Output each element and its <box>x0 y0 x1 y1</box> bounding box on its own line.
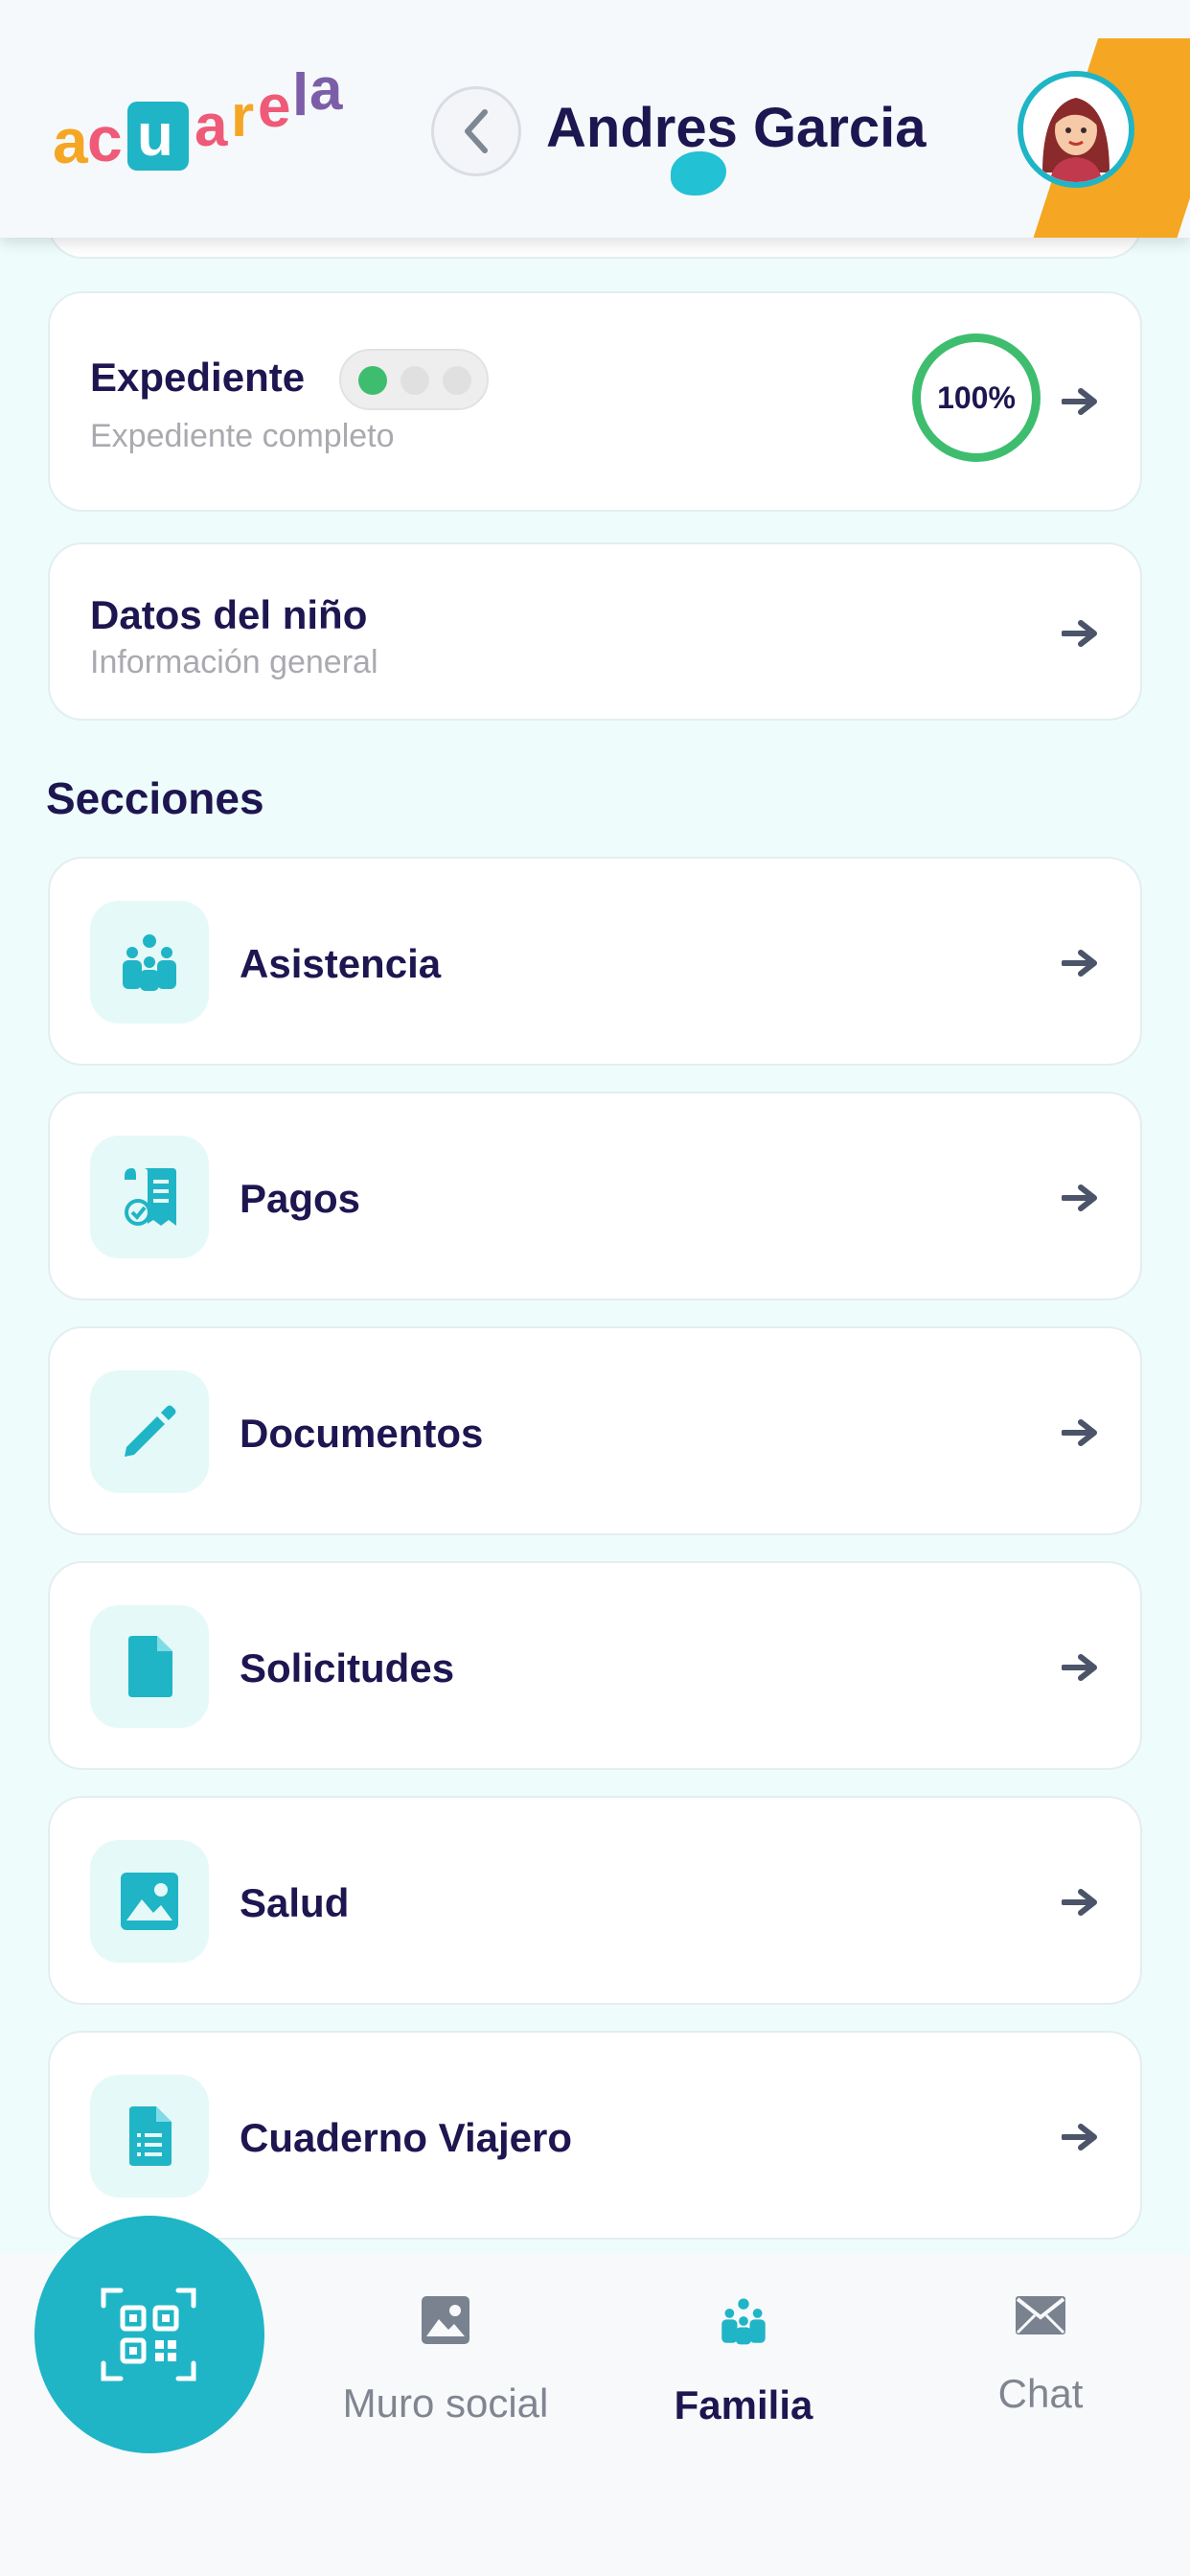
nav-item-label: Chat <box>997 2371 1084 2416</box>
pagos-icon-tile <box>90 1136 209 1258</box>
expediente-title: Expediente <box>90 355 306 400</box>
expediente-subtitle: Expediente completo <box>90 418 395 454</box>
nav-item-label: Muro social <box>342 2380 549 2426</box>
chevron-left-icon <box>465 109 488 153</box>
nav-item-familia[interactable]: Familia <box>600 2296 887 2428</box>
file-icon <box>128 1636 172 1697</box>
arrow-right-icon <box>1062 2124 1097 2150</box>
section-item-label: Solicitudes <box>240 1645 455 1690</box>
arrow-right-icon <box>1062 1184 1097 1211</box>
datos-nino-subtitle: Información general <box>90 644 378 680</box>
image-icon <box>422 2296 469 2344</box>
documentos-icon-tile <box>90 1370 209 1493</box>
section-item-cuaderno-viajero[interactable]: Cuaderno Viajero <box>48 2031 1142 2240</box>
nav-item-label: Familia <box>674 2382 813 2427</box>
envelope-icon <box>1016 2296 1065 2334</box>
cuaderno-viajero-icon-tile <box>90 2075 209 2197</box>
svg-text:a: a <box>53 105 89 172</box>
solicitudes-icon-tile <box>90 1605 209 1728</box>
datos-nino-title: Datos del niño <box>90 592 368 637</box>
svg-text:r: r <box>231 83 254 150</box>
family-group-icon <box>123 934 176 991</box>
receipt-check-icon <box>125 1168 176 1226</box>
arrow-right-icon <box>1062 1654 1097 1681</box>
acuarela-logo: a c u a r e l a <box>53 67 343 172</box>
svg-text:a: a <box>309 67 343 123</box>
qr-code-icon <box>101 2288 196 2381</box>
image-icon <box>121 1873 178 1930</box>
section-item-pagos[interactable]: Pagos <box>48 1092 1142 1300</box>
step-dot <box>400 366 429 395</box>
page-title: Andres Garcia <box>546 97 927 159</box>
section-item-label: Asistencia <box>240 941 442 986</box>
pencil-icon <box>125 1405 176 1457</box>
step-dot <box>443 366 471 395</box>
expediente-progress-steps <box>339 349 489 410</box>
section-item-label: Salud <box>240 1880 350 1925</box>
svg-text:a: a <box>195 93 228 159</box>
section-item-documentos[interactable]: Documentos <box>48 1326 1142 1535</box>
arrow-right-icon <box>1062 1889 1097 1916</box>
step-dot-active <box>358 366 387 395</box>
svg-text:e: e <box>258 74 290 140</box>
app-header: a c u a r e l a Andres Garcia <box>0 0 1190 238</box>
asistencia-icon-tile <box>90 901 209 1024</box>
section-item-asistencia[interactable]: Asistencia <box>48 857 1142 1066</box>
arrow-right-icon <box>1062 950 1097 977</box>
back-button[interactable] <box>431 86 521 176</box>
section-item-label: Pagos <box>240 1176 361 1221</box>
svg-text:u: u <box>137 103 173 169</box>
progress-ring: 100% <box>912 334 1041 462</box>
arrow-right-icon <box>1062 1419 1097 1446</box>
expediente-card[interactable]: Expediente Expediente completo 100% <box>48 291 1142 512</box>
progress-label: 100% <box>937 380 1016 415</box>
section-item-salud[interactable]: Salud <box>48 1796 1142 2005</box>
user-avatar-icon <box>1023 77 1129 182</box>
document-list-icon <box>129 2106 172 2166</box>
svg-text:l: l <box>292 67 309 128</box>
svg-text:c: c <box>87 104 123 172</box>
section-item-label: Documentos <box>240 1411 484 1456</box>
arrow-right-icon <box>1062 620 1097 647</box>
datos-nino-card[interactable]: Datos del niño Información general <box>48 542 1142 721</box>
arrow-right-icon <box>1062 388 1097 415</box>
section-item-solicitudes[interactable]: Solicitudes <box>48 1561 1142 1770</box>
family-group-icon <box>721 2298 766 2345</box>
qr-scan-button[interactable] <box>34 2216 264 2453</box>
nav-item-muro-social[interactable]: Muro social <box>302 2296 589 2426</box>
avatar[interactable] <box>1018 71 1134 188</box>
section-item-label: Cuaderno Viajero <box>240 2115 572 2160</box>
sections-heading: Secciones <box>46 773 264 823</box>
nav-item-chat[interactable]: Chat <box>897 2296 1184 2417</box>
salud-icon-tile <box>90 1840 209 1963</box>
